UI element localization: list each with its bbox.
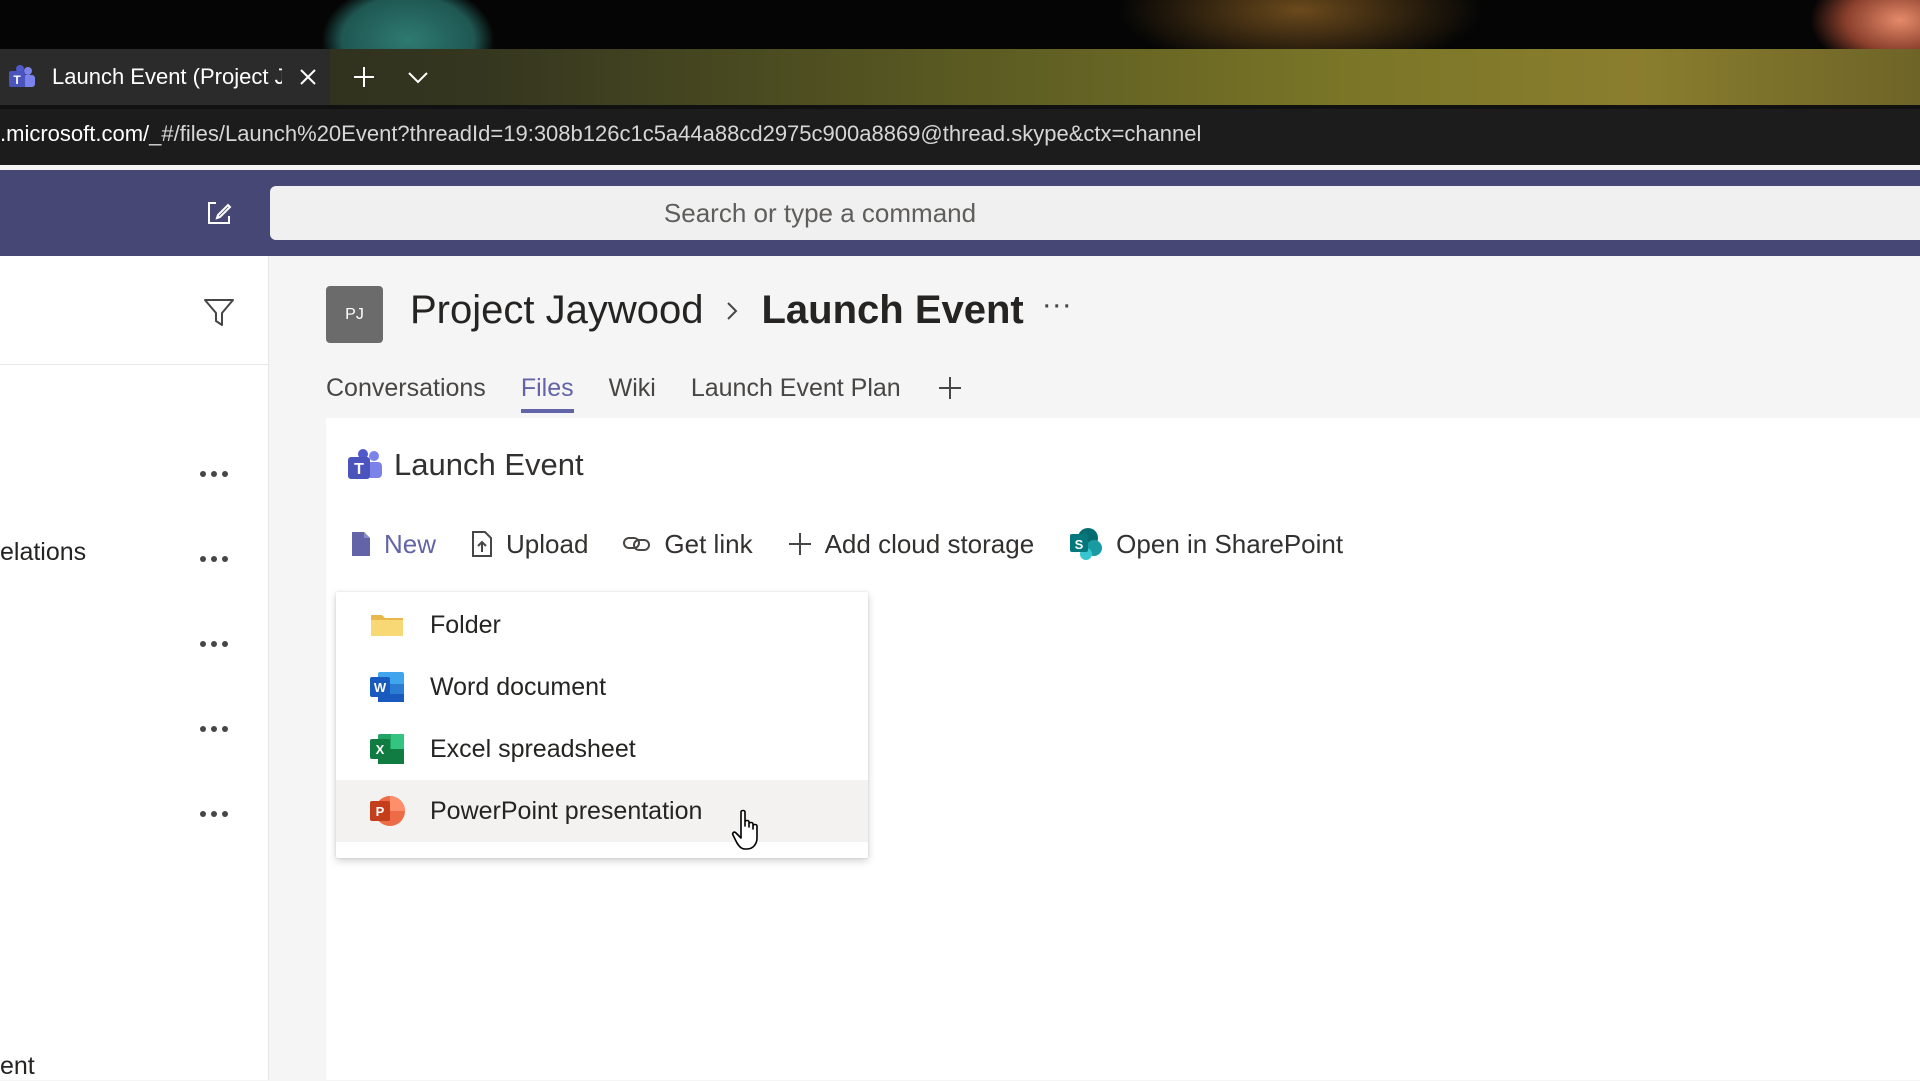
teams-list-pane: elations ent [0,256,269,1080]
filter-icon[interactable] [202,296,236,330]
new-button[interactable]: New [350,529,436,560]
teams-icon: T [9,65,35,87]
open-in-sharepoint-button[interactable]: S Open in SharePoint [1068,526,1343,562]
link-icon [623,537,651,551]
svg-text:P: P [376,804,385,819]
menu-item-label: Word document [430,672,607,701]
get-link-button[interactable]: Get link [622,528,753,560]
browser-tab[interactable]: T Launch Event (Project Ja [0,49,330,105]
chevron-right-icon [727,301,738,320]
more-options-icon[interactable] [200,464,240,484]
sharepoint-icon: S [1070,528,1103,560]
svg-text:S: S [1075,537,1084,552]
word-icon: W [370,672,404,702]
channel-name: Launch Event [761,288,1024,332]
url-path: _#/files/Launch%20Event?threadId=19:308b… [149,121,1202,146]
svg-text:X: X [376,742,385,757]
hand-cursor-icon [731,809,758,850]
breadcrumb: Project Jaywood Launch Event ··· [410,288,1072,333]
channel-tabs: Conversations Files Wiki Launch Event Pl… [326,374,964,413]
svg-text:T: T [354,461,364,478]
url-host: .microsoft.com/ [0,121,150,146]
upload-icon [472,531,493,557]
browser-tab-title: Launch Event (Project Ja [52,64,282,89]
new-button-label: New [384,528,437,559]
channel-more-options[interactable]: ··· [1042,288,1072,322]
powerpoint-icon: P [370,796,405,826]
browser-tab-strip: T Launch Event (Project Ja [0,49,1920,105]
teams-header: Search or type a command [0,170,1920,256]
tab-conversations[interactable]: Conversations [326,374,486,409]
get-link-button-label: Get link [664,528,753,559]
team-avatar: PJ [326,286,383,343]
add-cloud-storage-label: Add cloud storage [824,528,1035,559]
teams-icon: T [348,449,382,479]
search-input[interactable]: Search or type a command [270,186,1920,240]
files-command-bar: New Upload Get link Add cloud storage S … [350,526,1377,562]
menu-item-word-document[interactable]: W Word document [336,656,868,718]
menu-item-label: Folder [430,610,501,639]
channel-main-area: PJ Project Jaywood Launch Event ··· Conv… [269,256,1920,1080]
new-tab-icon[interactable] [350,63,378,91]
team-name[interactable]: Project Jaywood [410,288,703,333]
tab-wiki[interactable]: Wiki [609,374,656,409]
close-icon[interactable] [294,63,322,91]
svg-text:T: T [13,73,21,87]
menu-item-powerpoint-presentation[interactable]: P PowerPoint presentation [336,780,868,842]
more-options-icon[interactable] [200,634,240,654]
upload-button[interactable]: Upload [470,529,588,560]
menu-item-excel-spreadsheet[interactable]: X Excel spreadsheet [336,718,868,780]
channel-item-label[interactable]: elations [0,538,86,567]
divider [0,364,268,365]
address-bar[interactable]: .microsoft.com/_#/files/Launch%20Event?t… [0,105,1920,165]
url-text[interactable]: .microsoft.com/_#/files/Launch%20Event?t… [0,121,1201,147]
search-placeholder: Search or type a command [663,197,977,228]
files-content: T Launch Event New Upload Get link Add c… [326,418,1920,1080]
new-menu-dropdown: Folder W Word document X Excel spreadshe… [336,592,868,858]
menu-item-folder[interactable]: Folder [336,594,868,656]
files-title: Launch Event [394,447,584,482]
menu-item-label: Excel spreadsheet [430,734,636,763]
tab-files[interactable]: Files [520,374,574,413]
excel-icon: X [370,734,404,764]
chevron-down-icon[interactable] [404,63,432,91]
menu-item-label: PowerPoint presentation [430,796,703,825]
add-tab-icon[interactable] [936,374,964,402]
plus-icon [788,533,811,555]
desktop-background [0,0,1920,49]
folder-icon [371,615,403,636]
channel-item-label[interactable]: ent [0,1052,35,1081]
files-header: T Launch Event [346,446,584,484]
more-options-icon[interactable] [200,804,240,824]
add-cloud-storage-button[interactable]: Add cloud storage [787,528,1035,560]
tab-launch-event-plan[interactable]: Launch Event Plan [691,374,901,409]
more-options-icon[interactable] [200,549,240,569]
svg-text:W: W [374,680,387,695]
new-document-icon [352,532,370,556]
more-options-icon[interactable] [200,719,240,739]
upload-button-label: Upload [506,528,589,559]
compose-icon[interactable] [204,198,234,228]
open-in-sharepoint-label: Open in SharePoint [1116,528,1344,559]
